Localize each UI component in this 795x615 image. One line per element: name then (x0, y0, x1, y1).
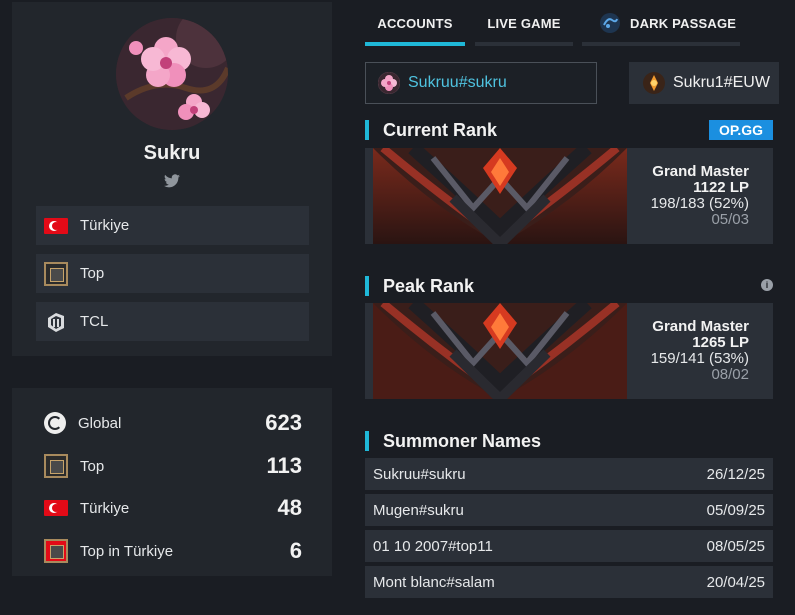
stat-row-top: Top 113 (44, 453, 302, 479)
stat-row-global: Global 623 (44, 410, 302, 436)
rank-record: 198/183 (52%) (650, 195, 749, 212)
stat-value: 623 (265, 410, 302, 435)
tab-dark-passage[interactable]: DARK PASSAGE (582, 0, 740, 46)
summoner-name: Sukruu#sukru (373, 465, 466, 483)
rank-tier: Grand Master (652, 318, 749, 335)
current-rank-info: Grand Master 1122 LP 198/183 (52%) 05/03 (651, 164, 749, 228)
turkey-flag-icon (44, 217, 68, 234)
stat-value: 113 (266, 453, 303, 478)
avatar (116, 18, 228, 130)
tab-label: ACCOUNTS (377, 15, 453, 31)
turkey-flag-icon (44, 500, 68, 516)
peak-rank-title: Peak Rank (365, 275, 474, 297)
turkey-top-icon (44, 539, 68, 563)
tab-label: LIVE GAME (487, 15, 561, 31)
tag-country: Türkiye (36, 206, 309, 245)
section-accent-bar (365, 120, 369, 140)
account-avatar-icon (643, 72, 665, 94)
tab-live-game[interactable]: LIVE GAME (475, 0, 573, 46)
section-accent-bar (365, 276, 369, 296)
grandmaster-emblem-icon (373, 303, 627, 399)
tag-role: Top (36, 254, 309, 293)
account-selector-alt[interactable]: Sukru1#EUW (629, 62, 779, 104)
summoner-name-row: Sukruu#sukru 26/12/25 (365, 458, 773, 490)
summoner-name-date: 26/12/25 (706, 465, 765, 483)
account-avatar-icon (378, 72, 400, 94)
dark-passage-icon (598, 11, 622, 35)
tab-active-indicator (365, 42, 465, 46)
rank-date: 05/03 (711, 211, 749, 228)
account-label: Sukruu#sukru (408, 74, 507, 91)
tcl-league-icon (44, 310, 68, 334)
top-lane-icon (44, 261, 68, 286)
peak-rank-info: Grand Master 1265 LP 159/141 (53%) 08/02 (651, 319, 749, 383)
summoner-name-date: 05/09/25 (706, 501, 765, 519)
summoner-name: 01 10 2007#top11 (373, 537, 493, 555)
summoner-name-row: 01 10 2007#top11 08/05/25 (365, 530, 773, 562)
grandmaster-emblem-icon (373, 148, 627, 244)
tab-divider (582, 42, 740, 46)
current-rank-card: Grand Master 1122 LP 198/183 (52%) 05/03 (365, 148, 773, 244)
section-title-text: Summoner Names (383, 430, 542, 451)
summoner-name-row: Mugen#sukru 05/09/25 (365, 494, 773, 526)
profile-panel: Sukru Türkiye Top TCL (12, 2, 332, 356)
current-rank-title: Current Rank (365, 119, 497, 141)
peak-rank-card: Grand Master 1265 LP 159/141 (53%) 08/02 (365, 303, 773, 399)
rank-date: 08/02 (711, 366, 749, 383)
rank-tier: Grand Master (652, 163, 749, 180)
summoner-name: Mont blanc#salam (373, 573, 495, 591)
twitter-icon[interactable] (164, 174, 180, 188)
tag-label: TCL (80, 313, 109, 330)
stat-row-country: Türkiye 48 (44, 495, 302, 521)
stat-value: 6 (289, 538, 302, 563)
summoner-name-row: Mont blanc#salam 20/04/25 (365, 566, 773, 598)
account-label: Sukru1#EUW (673, 74, 770, 91)
rank-lp: 1122 LP (693, 179, 749, 196)
player-name: Sukru (143, 142, 201, 164)
section-title-text: Current Rank (383, 119, 498, 140)
stat-label: Türkiye (80, 499, 130, 517)
stat-row-country-role: Top in Türkiye 6 (44, 538, 302, 564)
tag-label: Türkiye (80, 217, 130, 234)
stat-value: 48 (277, 495, 302, 520)
tag-league: TCL (36, 302, 309, 341)
stat-label: Top in Türkiye (80, 542, 174, 560)
rank-lp: 1265 LP (692, 334, 749, 351)
summoner-names-title: Summoner Names (365, 430, 541, 452)
info-icon[interactable]: i (761, 279, 773, 291)
leaderboard-panel: Global 623 Top 113 Türkiye 48 Top in Tür… (12, 388, 332, 576)
tab-divider (475, 42, 573, 46)
rank-record: 159/141 (53%) (650, 350, 749, 367)
tab-label: DARK PASSAGE (630, 15, 737, 31)
section-accent-bar (365, 431, 369, 451)
section-title-text: Peak Rank (383, 275, 475, 296)
stat-label: Top (80, 457, 105, 475)
account-selector-main[interactable]: Sukruu#sukru (365, 62, 597, 104)
top-lane-icon (44, 454, 68, 478)
tab-accounts[interactable]: ACCOUNTS (365, 0, 465, 46)
tag-label: Top (80, 265, 105, 282)
summoner-name-date: 20/04/25 (706, 573, 765, 591)
summoner-name-date: 08/05/25 (706, 537, 765, 555)
globe-icon (44, 412, 66, 434)
stat-label: Global (78, 414, 122, 432)
summoner-name: Mugen#sukru (373, 501, 464, 519)
opgg-badge[interactable]: OP.GG (709, 120, 773, 140)
